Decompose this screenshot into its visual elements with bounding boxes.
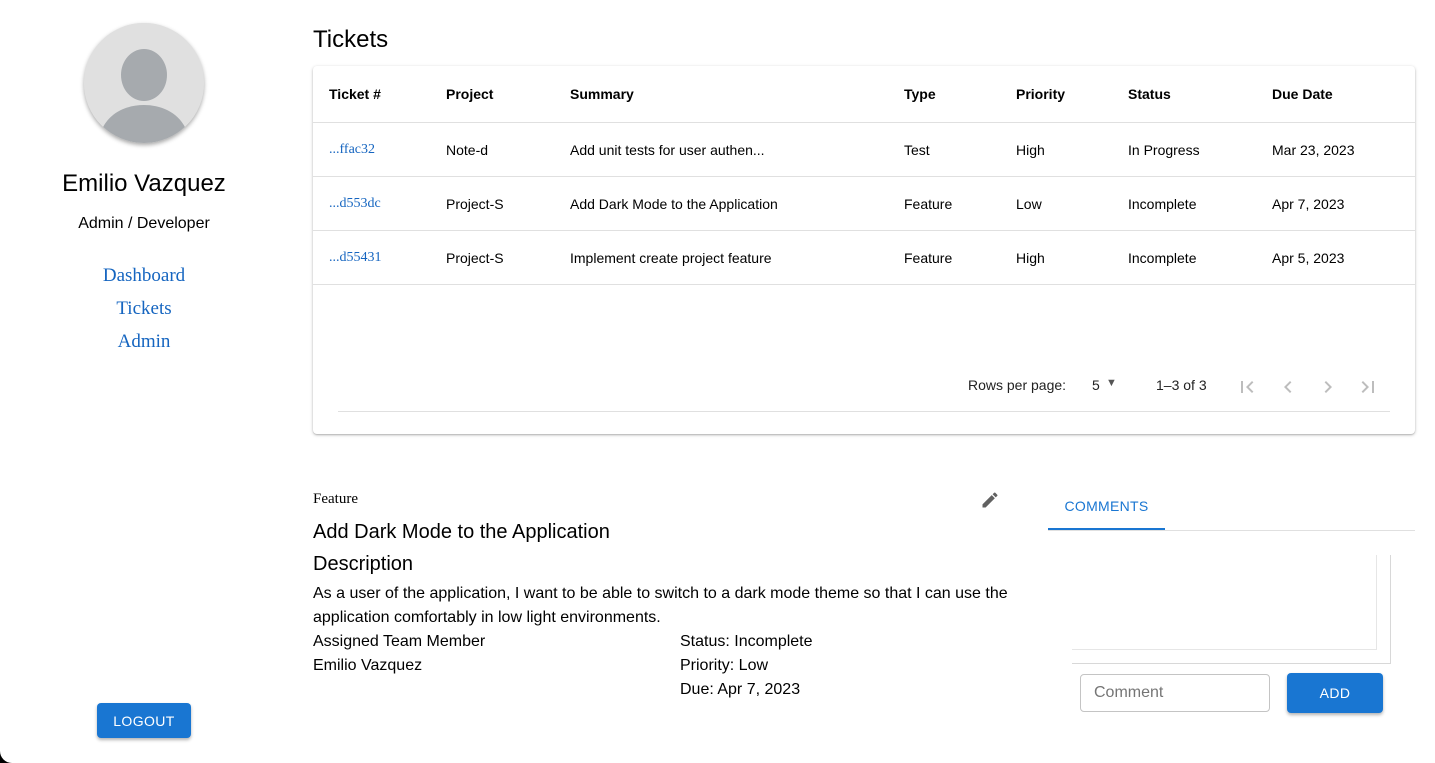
cell-priority: Low (1016, 196, 1042, 212)
column-header-type[interactable]: Type (904, 66, 936, 122)
ticket-id-link[interactable]: ...d55431 (329, 231, 382, 285)
table-header-row: Ticket # Project Summary Type Priority S… (313, 66, 1415, 123)
ticket-id-link[interactable]: ...d553dc (329, 177, 381, 231)
cell-project: Note-d (446, 142, 489, 158)
pagination-divider (338, 411, 1390, 412)
user-name: Emilio Vazquez (62, 170, 226, 197)
column-header-project[interactable]: Project (446, 66, 493, 122)
comments-list-inner (1072, 555, 1377, 650)
person-icon (84, 23, 204, 143)
next-page-icon[interactable] (1316, 375, 1340, 399)
previous-page-icon[interactable] (1276, 375, 1300, 399)
cell-due-date: Apr 5, 2023 (1272, 250, 1345, 266)
table-row[interactable]: ...ffac32 Note-d Add unit tests for user… (313, 123, 1415, 177)
table-row[interactable]: ...d553dc Project-S Add Dark Mode to the… (313, 177, 1415, 231)
table-row[interactable]: ...d55431 Project-S Implement create pro… (313, 231, 1415, 285)
first-page-icon[interactable] (1235, 375, 1259, 399)
cell-project: Project-S (446, 196, 504, 212)
ticket-type: Feature (313, 491, 358, 507)
ticket-status: Status: Incomplete (680, 633, 813, 650)
column-header-due-date[interactable]: Due Date (1272, 66, 1333, 122)
column-header-priority[interactable]: Priority (1016, 66, 1065, 122)
cell-due-date: Mar 23, 2023 (1272, 142, 1355, 158)
assigned-label: Assigned Team Member (313, 633, 486, 650)
tabs-divider (1048, 530, 1415, 531)
cell-status: In Progress (1128, 142, 1200, 158)
add-comment-button[interactable]: ADD (1287, 673, 1383, 713)
comment-input[interactable] (1080, 674, 1270, 712)
comments-list[interactable] (1072, 555, 1391, 664)
avatar (84, 23, 204, 143)
tickets-table: Ticket # Project Summary Type Priority S… (313, 66, 1415, 434)
cell-summary: Add Dark Mode to the Application (570, 196, 778, 212)
rows-per-page-label: Rows per page: (968, 377, 1067, 393)
cell-summary: Add unit tests for user authen... (570, 142, 765, 158)
page-title: Tickets (313, 26, 389, 53)
edit-icon[interactable] (980, 490, 1000, 510)
nav-admin-link[interactable]: Admin (0, 329, 288, 362)
cell-type: Feature (904, 196, 953, 212)
cell-priority: High (1016, 250, 1045, 266)
tab-comments[interactable]: COMMENTS (1048, 490, 1165, 530)
nav-tickets-link[interactable]: Tickets (0, 296, 288, 329)
description-heading: Description (313, 553, 414, 575)
pagination-range: 1–3 of 3 (1156, 377, 1207, 393)
cell-project: Project-S (446, 250, 504, 266)
ticket-id-link[interactable]: ...ffac32 (329, 123, 375, 177)
sidebar: Emilio Vazquez Admin / Developer Dashboa… (0, 0, 288, 763)
cell-type: Feature (904, 250, 953, 266)
cell-status: Incomplete (1128, 250, 1197, 266)
sidebar-nav: Dashboard Tickets Admin (0, 263, 288, 362)
column-header-ticket[interactable]: Ticket # (329, 66, 381, 122)
ticket-due-date: Due: Apr 7, 2023 (680, 681, 801, 698)
cell-summary: Implement create project feature (570, 250, 772, 266)
caret-down-icon[interactable]: ▼ (1106, 377, 1117, 389)
cell-type: Test (904, 142, 930, 158)
ticket-priority: Priority: Low (680, 657, 769, 674)
cell-priority: High (1016, 142, 1045, 158)
ticket-title: Add Dark Mode to the Application (313, 521, 610, 543)
nav-dashboard-link[interactable]: Dashboard (0, 263, 288, 296)
assigned-member: Emilio Vazquez (313, 657, 423, 674)
table-pagination: Rows per page: 5 ▼ 1–3 of 3 (313, 366, 1415, 406)
logout-button[interactable]: LOGOUT (97, 703, 191, 738)
ticket-description: As a user of the application, I want to … (313, 585, 1008, 626)
rows-per-page-select[interactable]: 5 (1092, 377, 1100, 393)
cell-status: Incomplete (1128, 196, 1197, 212)
column-header-status[interactable]: Status (1128, 66, 1171, 122)
cell-due-date: Apr 7, 2023 (1272, 196, 1345, 212)
user-role: Admin / Developer (78, 215, 210, 232)
last-page-icon[interactable] (1356, 375, 1380, 399)
column-header-summary[interactable]: Summary (570, 66, 634, 122)
